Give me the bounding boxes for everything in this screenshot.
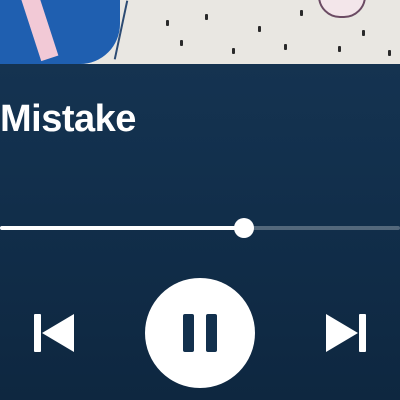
skip-previous-icon [34,314,74,352]
previous-button[interactable] [28,308,78,358]
pause-button[interactable] [145,278,255,388]
album-art [0,0,400,64]
track-title: Mistake [0,98,136,140]
next-button[interactable] [322,308,372,358]
progress-fill [0,226,244,230]
now-playing-screen: Mistake [0,0,400,400]
progress-bar[interactable] [0,218,400,238]
skip-next-icon [326,314,366,352]
pause-icon [183,314,217,352]
progress-thumb[interactable] [234,218,254,238]
